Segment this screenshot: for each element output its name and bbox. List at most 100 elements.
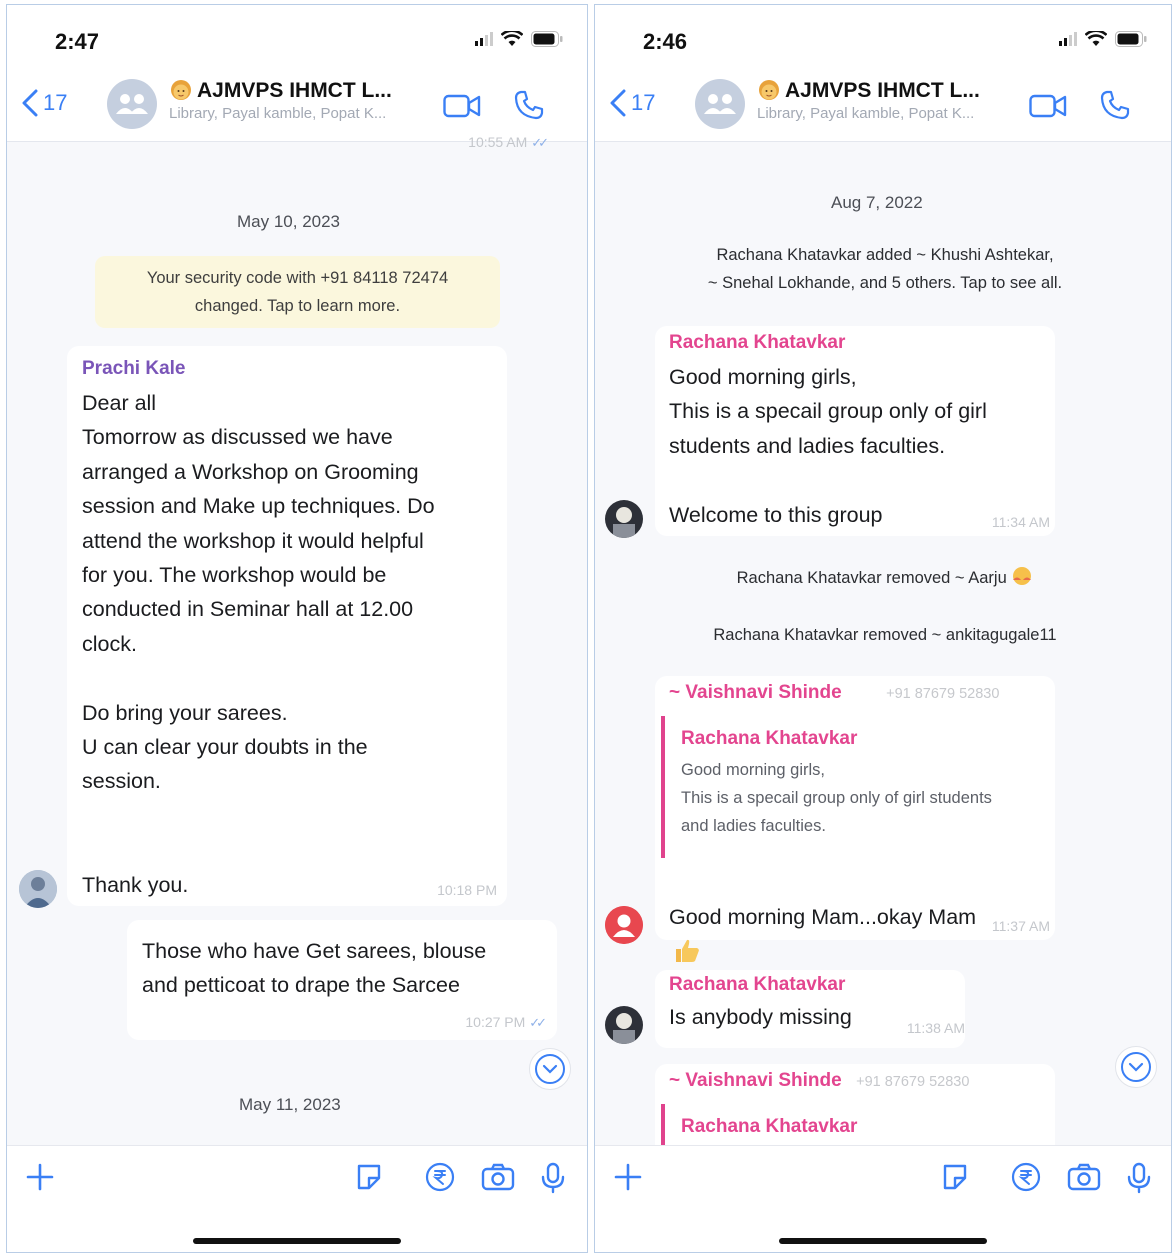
sticker-icon[interactable] [355, 1162, 383, 1192]
group-title: AJMVPS IHMCT L... [197, 79, 392, 102]
chevron-down-icon [1121, 1052, 1151, 1082]
home-indicator[interactable] [193, 1238, 401, 1244]
thumbs-up-emoji-icon [676, 939, 699, 962]
plus-icon[interactable] [25, 1162, 55, 1192]
microphone-icon[interactable] [541, 1162, 565, 1194]
group-people-icon [704, 94, 736, 114]
payment-rupee-icon[interactable] [425, 1162, 455, 1192]
wifi-icon [1085, 31, 1107, 46]
avatar[interactable] [605, 1006, 643, 1044]
plus-icon[interactable] [613, 1162, 643, 1192]
message-time: 11:34 AM [991, 514, 1050, 530]
group-title: AJMVPS IHMCT L... [785, 79, 980, 102]
group-members: Library, Payal kamble, Popat K... [169, 105, 387, 122]
status-bar: 2:47 [7, 5, 587, 67]
signal-icon [1059, 32, 1077, 46]
system-notice[interactable]: Rachana Khatavkar removed ~ Aarju [625, 564, 1145, 592]
microphone-icon[interactable] [1127, 1162, 1151, 1194]
wifi-icon [501, 31, 523, 46]
avatar[interactable] [19, 870, 57, 908]
sender-name: Rachana Khatavkar [669, 974, 846, 995]
status-time: 2:47 [55, 29, 100, 54]
sender-phone: +91 87679 52830 [886, 686, 1000, 702]
security-code-notice[interactable]: Your security code with +91 84118 72474 … [95, 256, 500, 328]
group-info[interactable]: AJMVPS IHMCT L... Library, Payal kamble,… [757, 79, 1017, 122]
message-bubble[interactable]: Those who have Get sarees, blouse and pe… [127, 920, 557, 1040]
video-call-icon[interactable] [443, 93, 481, 119]
message-text: Good morning girls, This is a specail gr… [669, 365, 987, 527]
message-composer [7, 1145, 587, 1252]
message-time: 11:37 AM [991, 918, 1050, 934]
phone-call-icon[interactable] [513, 89, 545, 121]
group-avatar[interactable] [107, 79, 157, 129]
system-notice[interactable]: Rachana Khatavkar added ~ Khushi Ashteka… [625, 241, 1145, 297]
group-people-icon [116, 94, 148, 114]
quoted-text: Good morning girls, This is a specail gr… [681, 761, 992, 835]
message-time: 10:18 PM [437, 882, 497, 898]
chat-header: 17 AJMVPS IHMCT L... Library, Payal kamb… [595, 67, 1171, 142]
group-members: Library, Payal kamble, Popat K... [757, 105, 975, 122]
chevron-left-icon [22, 89, 38, 117]
signal-icon [475, 32, 493, 46]
chevron-down-icon [535, 1054, 565, 1084]
video-call-icon[interactable] [1029, 93, 1067, 119]
group-info[interactable]: AJMVPS IHMCT L... Library, Payal kamble,… [169, 79, 429, 122]
battery-icon [531, 31, 563, 47]
chat-header: 17 AJMVPS IHMCT L... Library, Payal kamb… [7, 67, 587, 142]
user-photo-icon [605, 1006, 643, 1044]
sender-name: ~ Vaishnavi Shinde [669, 682, 842, 703]
phone-call-icon[interactable] [1099, 89, 1131, 121]
message-time: 10:27 PM ✓✓ [465, 1014, 547, 1030]
quoted-message[interactable]: Rachana Khatavkar Good morning girls, Th… [661, 716, 1051, 858]
payment-rupee-icon[interactable] [1011, 1162, 1041, 1192]
message-text: Dear all Tomorrow as discussed we have a… [82, 391, 435, 897]
date-separator: Aug 7, 2022 [831, 193, 923, 212]
message-time: 11:38 AM [906, 1020, 965, 1036]
scroll-down-button[interactable] [529, 1048, 571, 1090]
message-composer [595, 1145, 1171, 1252]
status-time: 2:46 [643, 29, 688, 54]
quoted-sender: Rachana Khatavkar [681, 1116, 858, 1137]
back-button[interactable]: 17 [609, 89, 655, 117]
date-separator: May 10, 2023 [237, 212, 341, 231]
chevron-left-icon [610, 89, 626, 117]
message-bubble[interactable]: Prachi Kale Dear all Tomorrow as discuss… [67, 346, 507, 906]
message-bubble[interactable]: Rachana Khatavkar Is anybody missing 11:… [655, 970, 965, 1048]
sender-name: ~ Vaishnavi Shinde [669, 1070, 842, 1091]
status-icons [475, 31, 563, 47]
user-photo-icon [19, 870, 57, 908]
message-text: Is anybody missing [669, 1005, 852, 1029]
default-user-icon [605, 906, 643, 944]
sender-name: Rachana Khatavkar [669, 332, 846, 353]
group-avatar[interactable] [695, 79, 745, 129]
user-photo-icon [605, 500, 643, 538]
message-bubble[interactable]: Rachana Khatavkar Good morning girls, Th… [655, 326, 1055, 536]
scroll-down-button[interactable] [1115, 1046, 1157, 1088]
sticker-icon[interactable] [941, 1162, 969, 1192]
camera-icon[interactable] [1067, 1162, 1101, 1192]
quoted-sender: Rachana Khatavkar [681, 728, 858, 749]
sender-phone: +91 87679 52830 [856, 1074, 970, 1090]
home-indicator[interactable] [779, 1238, 987, 1244]
sender-name: Prachi Kale [82, 358, 186, 379]
message-time: 10:55 AM ✓✓ [468, 134, 549, 150]
message-list[interactable]: Aug 7, 2022 Rachana Khatavkar added ~ Kh… [595, 142, 1171, 1184]
message-text: Those who have Get sarees, blouse and pe… [142, 939, 487, 998]
unread-count: 17 [631, 90, 656, 115]
status-icons [1059, 31, 1147, 47]
avatar[interactable] [605, 500, 643, 538]
woman-emoji-icon [171, 80, 191, 100]
unread-count: 17 [43, 90, 68, 115]
chat-screen-right: 2:46 17 AJMVPS IHMCT L... Library, Payal… [594, 4, 1172, 1253]
message-bubble[interactable]: ~ Vaishnavi Shinde +91 87679 52830 Racha… [655, 676, 1055, 1029]
status-bar: 2:46 [595, 5, 1171, 67]
avatar[interactable] [605, 906, 643, 944]
battery-icon [1115, 31, 1147, 47]
chat-screen-left: 2:47 17 AJMVPS IHMCT L... Library, Payal… [6, 4, 588, 1253]
system-notice[interactable]: Rachana Khatavkar removed ~ ankitagugale… [625, 621, 1145, 649]
back-button[interactable]: 17 [21, 89, 67, 117]
hugging-face-emoji-icon [1013, 567, 1032, 585]
message-list[interactable]: 10:55 AM ✓✓ May 10, 2023 Your security c… [7, 134, 587, 1146]
date-separator: May 11, 2023 [239, 1095, 341, 1114]
camera-icon[interactable] [481, 1162, 515, 1192]
